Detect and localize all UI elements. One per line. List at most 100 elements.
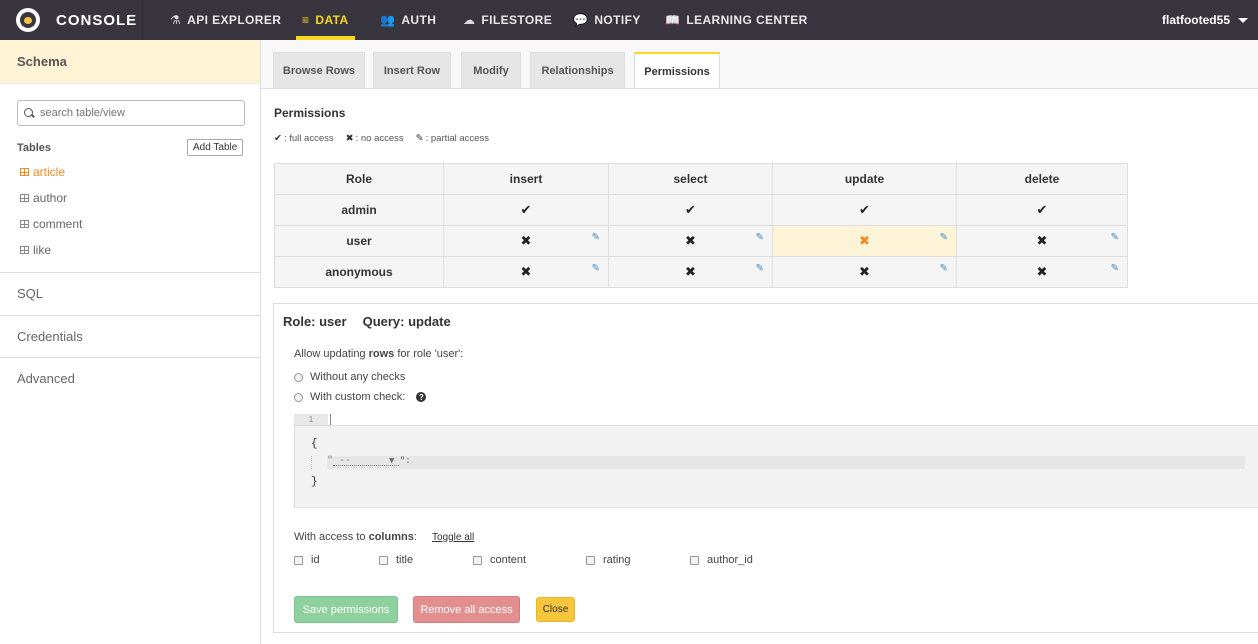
add-table-button[interactable]: Add Table [187, 139, 244, 156]
times-icon: ✖ [685, 264, 696, 279]
sidebar-item-article[interactable]: article [20, 165, 65, 179]
column-checkbox-rating[interactable]: rating [586, 554, 631, 566]
code-close-brace: } [311, 476, 318, 488]
check-icon: ✔ [1036, 202, 1048, 217]
pencil-icon[interactable]: ✎ [940, 232, 948, 243]
code-line-number: 1 [294, 414, 328, 425]
checkbox-label: content [490, 554, 527, 566]
tables-label: Tables [17, 142, 52, 154]
legend-none: : no access [355, 133, 404, 144]
editor-query-label: Query: update [362, 314, 451, 329]
tab-browse-rows[interactable]: Browse Rows [273, 52, 365, 88]
permissions-panel: Permissions ✔: full access ✖: no access … [261, 88, 1258, 644]
sidebar-item-advanced[interactable]: Advanced [0, 357, 260, 400]
permission-cell[interactable]: ✔ [956, 194, 1128, 226]
permission-cell[interactable]: ✖ ✎ [608, 256, 773, 288]
cols-bold: columns [368, 531, 414, 543]
sidebar-item-sql[interactable]: SQL [0, 272, 260, 315]
pencil-icon[interactable]: ✎ [1111, 263, 1119, 274]
pencil-icon[interactable]: ✎ [756, 232, 764, 243]
column-header: delete [956, 163, 1128, 195]
remove-all-access-button[interactable]: Remove all access [413, 596, 520, 623]
permission-cell[interactable]: ✔ [772, 194, 957, 226]
dropdown-caret-icon[interactable]: ▼ ": [389, 456, 411, 466]
radio-without-checks[interactable]: Without any checks [294, 371, 405, 383]
column-checkbox-id[interactable]: id [294, 554, 320, 566]
allow-bold: rows [368, 348, 395, 360]
radio-button[interactable] [294, 372, 303, 382]
table-label: author [33, 191, 68, 205]
search-input[interactable] [40, 107, 230, 119]
permission-cell[interactable]: ✖ ✎ [956, 256, 1128, 288]
caret-down-icon [1238, 17, 1248, 23]
editor-role-label: Role: user [283, 314, 347, 329]
permission-cell[interactable]: ✖ ✎ [443, 225, 609, 257]
nav-api-explorer[interactable]: ⚗ API EXPLORER [170, 0, 281, 40]
toggle-all-link[interactable]: Toggle all [432, 532, 474, 543]
sidebar-item-like[interactable]: like [20, 243, 51, 257]
permission-cell[interactable]: ✖ ✎ [956, 225, 1128, 257]
checkbox[interactable] [473, 555, 482, 565]
nav-data[interactable]: ≡ DATA [296, 0, 355, 40]
save-permissions-button[interactable]: Save permissions [294, 596, 398, 623]
pencil-icon[interactable]: ✎ [592, 263, 600, 274]
pencil-icon[interactable]: ✎ [940, 263, 948, 274]
permission-cell[interactable]: ✖ ✎ [608, 225, 773, 257]
table-label: comment [33, 217, 83, 231]
table-row: admin ✔ ✔ ✔ ✔ [274, 194, 1128, 226]
question-circle-icon[interactable]: ? [416, 392, 427, 402]
custom-check-editor[interactable]: { " -- ▼ ": } [294, 425, 1258, 508]
nav-learning-center[interactable]: 📖 LEARNING CENTER [665, 0, 808, 40]
sidebar-item-credentials[interactable]: Credentials [0, 315, 260, 358]
table-header-row: Role insert select update delete [274, 163, 1128, 195]
permission-cell[interactable]: ✖ ✎ [772, 256, 957, 288]
permission-cell-selected[interactable]: ✖ ✎ [772, 225, 957, 257]
nav-filestore[interactable]: ☁ FILESTORE [463, 0, 552, 40]
column-checkbox-content[interactable]: content [473, 554, 526, 566]
permission-cell[interactable]: ✖ ✎ [443, 256, 609, 288]
close-button[interactable]: Close [536, 597, 575, 622]
checkbox[interactable] [690, 555, 699, 565]
table-icon [20, 194, 29, 202]
cloud-upload-icon: ☁ [463, 13, 476, 27]
allow-suffix: for role 'user': [394, 348, 464, 360]
tab-permissions[interactable]: Permissions [634, 52, 720, 89]
role-cell: admin [274, 194, 444, 226]
column-checkbox-author-id[interactable]: author_id [690, 554, 753, 566]
nav-notify-label: NOTIFY [594, 13, 641, 27]
brand[interactable]: CONSOLE [0, 0, 143, 40]
check-icon: ✔ [685, 202, 696, 217]
nav-auth[interactable]: 👥 AUTH [380, 0, 436, 40]
checkbox[interactable] [294, 555, 303, 565]
checkbox-label: rating [603, 554, 631, 566]
sidebar-item-author[interactable]: author [20, 191, 67, 205]
radio-button[interactable] [294, 392, 303, 402]
brand-title: CONSOLE [56, 12, 138, 29]
tab-modify[interactable]: Modify [461, 52, 521, 88]
times-icon: ✖ [1036, 264, 1048, 279]
table-row: user ✖ ✎ ✖ ✎ ✖ ✎ ✖ ✎ [274, 225, 1128, 257]
table-icon [20, 220, 29, 228]
times-icon: ✖ [859, 233, 870, 248]
permission-cell[interactable]: ✔ [443, 194, 609, 226]
radio-custom-check[interactable]: With custom check: ? [294, 391, 427, 403]
column-header: Role [274, 163, 444, 195]
table-icon [20, 246, 29, 254]
user-menu[interactable]: flatfooted55 [1162, 0, 1248, 40]
column-checkbox-title[interactable]: title [379, 554, 413, 566]
checkbox[interactable] [586, 555, 595, 565]
sidebar-schema-header[interactable]: Schema [0, 40, 260, 84]
pencil-icon[interactable]: ✎ [756, 263, 764, 274]
permission-cell[interactable]: ✔ [608, 194, 773, 226]
pencil-icon[interactable]: ✎ [592, 232, 600, 243]
code-key-row[interactable]: " -- ▼ ": [327, 456, 1245, 469]
tab-relationships[interactable]: Relationships [530, 52, 625, 88]
sidebar-item-comment[interactable]: comment [20, 217, 82, 231]
allow-description: Allow updating rows for role 'user': [294, 348, 463, 360]
role-cell: user [274, 225, 444, 257]
pencil-icon[interactable]: ✎ [1111, 232, 1119, 243]
nav-notify[interactable]: 💬 NOTIFY [573, 0, 641, 40]
search-box[interactable] [17, 100, 245, 126]
checkbox[interactable] [379, 555, 388, 565]
tab-insert-row[interactable]: Insert Row [373, 52, 451, 88]
